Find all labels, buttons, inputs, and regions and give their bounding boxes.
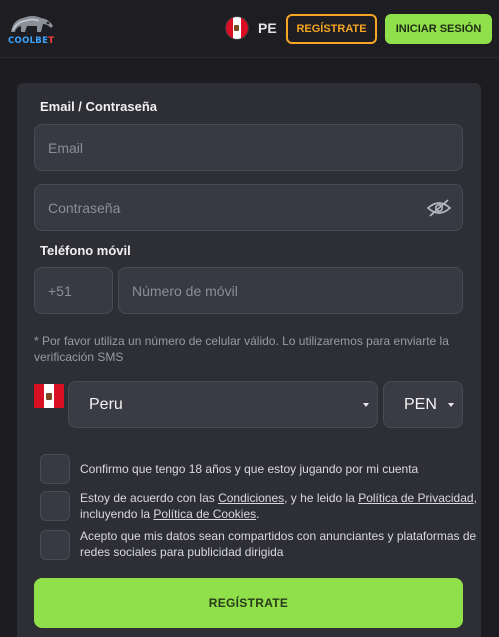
password-placeholder: Contraseña <box>48 199 121 216</box>
age-checkbox[interactable] <box>40 454 70 484</box>
register-button[interactable]: REGÍSTRATE <box>286 14 377 44</box>
phone-hint: * Por favor utiliza un número de celular… <box>34 334 449 364</box>
logo-text: COOLBET <box>8 36 55 46</box>
top-bar: COOLBET PE REGÍSTRATE INICIAR SESIÓN <box>0 0 499 58</box>
terms-checkbox[interactable] <box>40 491 70 521</box>
phone-placeholder: Número de móvil <box>132 282 238 299</box>
age-checkbox-label[interactable]: Confirmo que tengo 18 años y que estoy j… <box>80 461 480 477</box>
email-field[interactable]: Email <box>34 124 463 171</box>
caret-down-icon <box>448 402 454 407</box>
currency-select[interactable]: PEN <box>383 381 463 428</box>
caret-down-icon <box>363 402 369 407</box>
country-select[interactable]: Peru <box>68 381 378 428</box>
marketing-checkbox[interactable] <box>40 530 70 560</box>
cookies-policy-link[interactable]: Política de Cookies <box>153 507 256 521</box>
phone-prefix: +51 <box>48 282 72 299</box>
peru-flag-icon[interactable] <box>225 16 249 40</box>
country-value: Peru <box>89 395 123 413</box>
phone-number-field[interactable]: Número de móvil <box>118 267 463 314</box>
marketing-checkbox-label[interactable]: Acepto que mis datos sean compartidos co… <box>80 528 480 560</box>
bear-logo-icon <box>11 16 53 32</box>
eye-slash-icon[interactable] <box>426 198 452 218</box>
email-placeholder: Email <box>48 139 84 156</box>
login-button[interactable]: INICIAR SESIÓN <box>385 14 492 44</box>
privacy-policy-link[interactable]: Política de Privacidad <box>358 491 473 505</box>
phone-prefix-field[interactable]: +51 <box>34 267 113 314</box>
phone-section-label: Teléfono móvil <box>40 243 131 258</box>
terms-checkbox-label[interactable]: Estoy de acuerdo con las Condiciones, y … <box>80 490 480 522</box>
country-code[interactable]: PE <box>258 20 277 36</box>
password-field[interactable]: Contraseña <box>34 184 463 231</box>
currency-value: PEN <box>404 395 437 413</box>
peru-flag-icon <box>34 384 64 408</box>
email-section-label: Email / Contraseña <box>40 99 158 114</box>
coolbet-logo[interactable]: COOLBET <box>7 12 55 46</box>
submit-register-button[interactable]: REGÍSTRATE <box>34 578 463 628</box>
conditions-link[interactable]: Condiciones <box>218 491 284 505</box>
